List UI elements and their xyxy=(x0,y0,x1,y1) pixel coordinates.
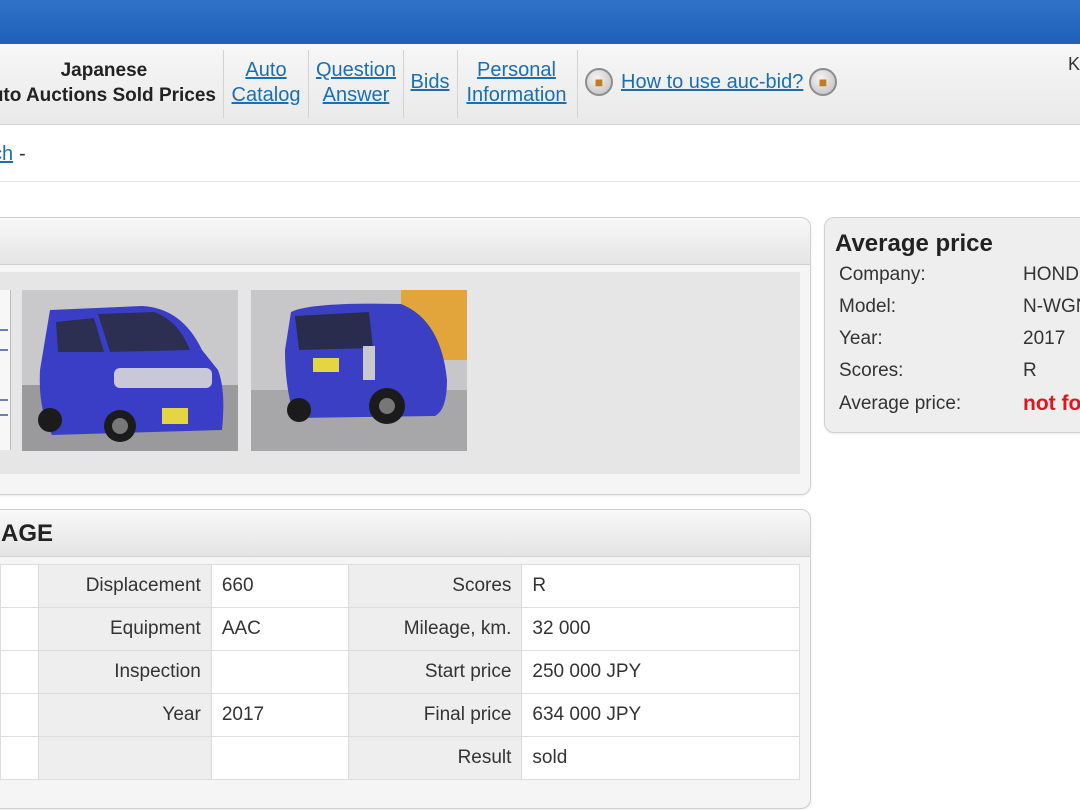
result-value: sold xyxy=(521,736,800,780)
breadcrumb-search-link[interactable]: ch xyxy=(0,143,13,166)
table-row: Equipment AAC Mileage, km. 32 000 xyxy=(0,607,800,651)
table-row: Displacement 660 Scores R xyxy=(0,564,800,608)
main-navigation: Japanese uto Auctions Sold Prices Auto C… xyxy=(0,44,1080,125)
nav-link-bids-label: Bids xyxy=(410,71,450,93)
avg-company-label: Company: xyxy=(839,264,926,285)
avg-price-value: not fo xyxy=(1023,392,1080,415)
inspection-value xyxy=(210,650,349,694)
help-book-icon[interactable]: ■ xyxy=(585,68,613,96)
table-cell xyxy=(0,650,39,694)
start-price-value: 250 000 JPY xyxy=(521,650,800,694)
nav-link-auto-catalog-line1: Auto xyxy=(245,59,287,81)
inspection-label: Inspection xyxy=(37,650,212,694)
nav-divider xyxy=(223,50,224,118)
nav-link-question-answer-line2: Answer xyxy=(322,84,390,106)
table-row: Inspection Start price 250 000 JPY xyxy=(0,650,800,694)
avg-scores-label: Scores: xyxy=(839,360,904,381)
equipment-value: AAC xyxy=(210,607,349,651)
lot-details-table: Displacement 660 Scores R Equipment AAC … xyxy=(0,564,800,780)
scores-value: R xyxy=(521,564,800,608)
site-title-line1: Japanese xyxy=(60,60,148,81)
table-row: Result sold xyxy=(0,736,800,780)
avg-scores-value: R xyxy=(1023,360,1037,381)
auction-sheet-image xyxy=(0,290,10,450)
nav-link-personal-information-line1: Personal xyxy=(477,59,556,81)
nav-divider xyxy=(308,50,309,118)
scores-label: Scores xyxy=(347,564,523,608)
empty-label xyxy=(37,736,212,780)
avg-company-value: HOND xyxy=(1023,264,1079,285)
year-label: Year xyxy=(37,693,212,737)
displacement-label: Displacement xyxy=(37,564,212,608)
avg-year-label: Year: xyxy=(839,328,883,349)
site-title-line2: uto Auctions Sold Prices xyxy=(0,85,216,106)
result-label: Result xyxy=(347,736,523,780)
nav-divider xyxy=(403,50,404,118)
nav-divider xyxy=(457,50,458,118)
breadcrumb: ch - xyxy=(0,125,1080,182)
displacement-value: 660 xyxy=(210,564,349,608)
year-value: 2017 xyxy=(210,693,349,737)
table-cell xyxy=(0,736,39,780)
help-book-icon[interactable]: ■ xyxy=(809,68,837,96)
empty-value xyxy=(210,736,349,780)
start-price-label: Start price xyxy=(347,650,523,694)
table-cell xyxy=(0,693,39,737)
mileage-value: 32 000 xyxy=(521,607,800,651)
lot-details-panel-header: AGE xyxy=(0,510,810,557)
nav-link-bids[interactable]: Bids xyxy=(410,70,450,95)
mileage-label: Mileage, km. xyxy=(347,607,523,651)
nav-right-text[interactable]: K xyxy=(1068,54,1080,75)
avg-year-value: 2017 xyxy=(1023,328,1066,349)
breadcrumb-separator: - xyxy=(19,143,26,165)
average-price-title: Average price xyxy=(835,230,993,257)
auction-sheet-thumbnail[interactable] xyxy=(0,290,11,450)
nav-link-auto-catalog-line2: Catalog xyxy=(231,84,301,106)
equipment-label: Equipment xyxy=(37,607,212,651)
nav-link-question-answer-line1: Question xyxy=(315,59,397,81)
nav-link-personal-information[interactable]: Personal Information xyxy=(463,58,570,108)
final-price-value: 634 000 JPY xyxy=(521,693,800,737)
site-title[interactable]: Japanese uto Auctions Sold Prices xyxy=(0,58,216,108)
top-header-bar xyxy=(0,0,1080,44)
lot-details-panel-title: AGE xyxy=(1,520,54,547)
car-front-photo[interactable] xyxy=(22,290,238,451)
table-cell xyxy=(0,607,39,651)
avg-price-label: Average price: xyxy=(839,393,962,414)
car-rear-image xyxy=(251,290,467,451)
nav-divider xyxy=(577,50,578,118)
nav-link-question-answer[interactable]: Question Answer xyxy=(315,58,397,108)
avg-model-label: Model: xyxy=(839,296,897,317)
table-row: Year 2017 Final price 634 000 JPY xyxy=(0,693,800,737)
car-rear-photo[interactable] xyxy=(251,290,467,451)
table-cell xyxy=(0,564,39,608)
nav-link-personal-information-line2: Information xyxy=(466,84,567,106)
car-front-image xyxy=(22,290,238,451)
how-to-use-link[interactable]: How to use auc-bid? xyxy=(621,70,803,95)
final-price-label: Final price xyxy=(347,693,523,737)
nav-link-auto-catalog[interactable]: Auto Catalog xyxy=(231,58,301,108)
avg-model-value: N-WGN xyxy=(1023,296,1080,317)
lot-photos-panel-header xyxy=(0,218,810,265)
photo-gallery xyxy=(0,272,800,474)
